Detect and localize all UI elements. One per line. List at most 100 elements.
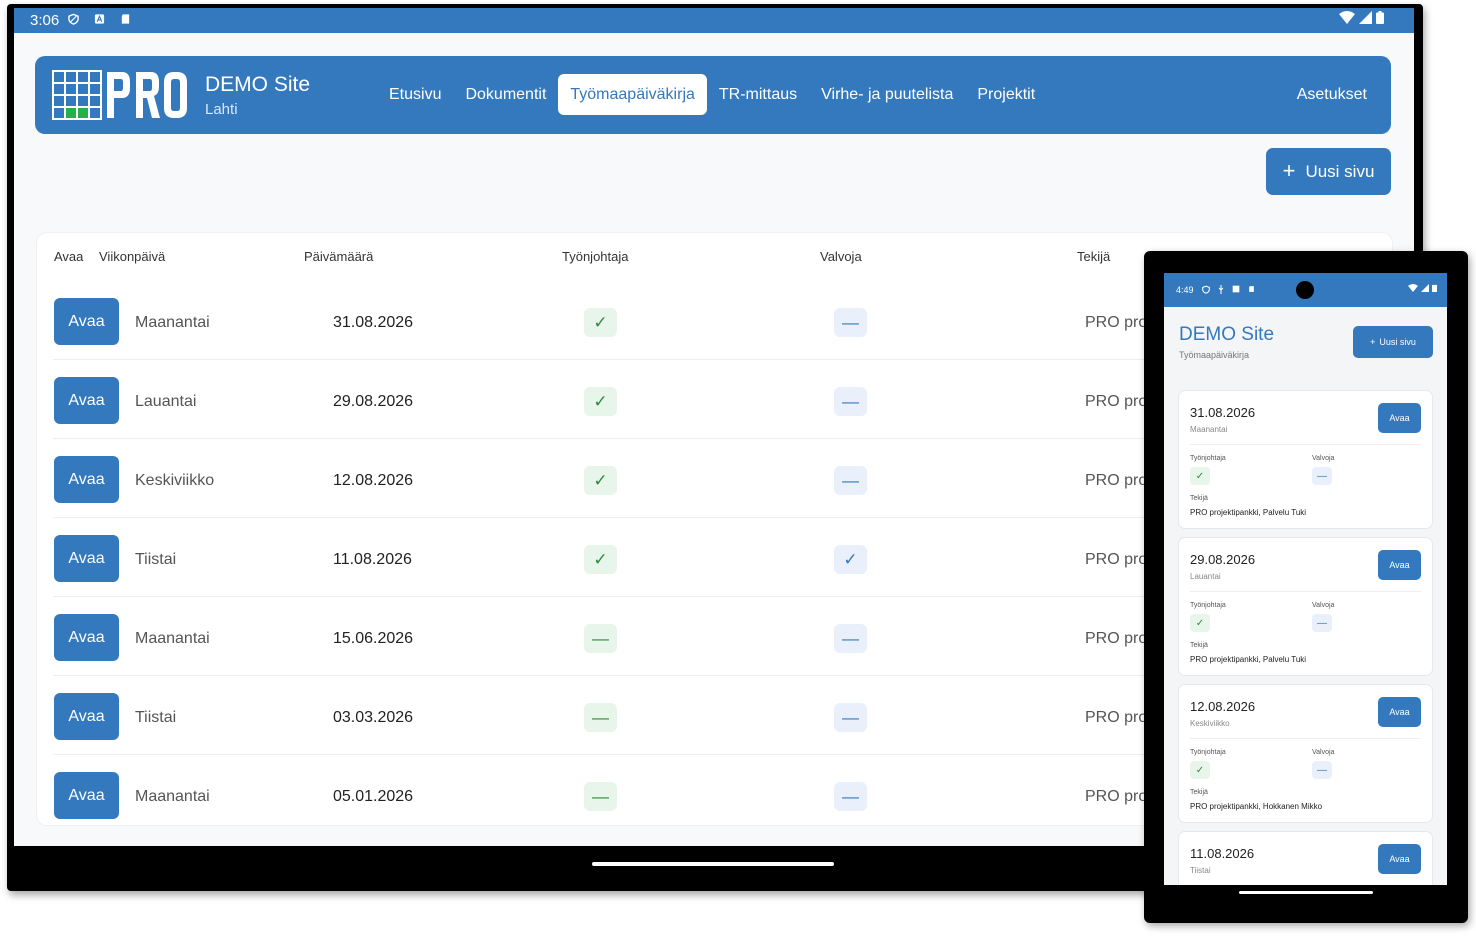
nav-tr-mittaus[interactable]: TR-mittaus	[707, 74, 809, 115]
phone-frame: 4:49 DEMO Site Työmaapäiväkirja + Uusi s…	[1144, 251, 1468, 923]
date-cell: 03.03.2026	[333, 709, 414, 726]
column-header-tekija: Tekijä	[1077, 249, 1111, 264]
column-header-valvoja: Valvoja	[820, 249, 862, 264]
card-date: 12.08.2026	[1190, 699, 1256, 714]
weekday-cell: Maanantai	[135, 630, 210, 647]
date-cell: 05.01.2026	[333, 788, 414, 805]
open-button[interactable]: Avaa	[54, 456, 119, 503]
card-weekday: Maanantai	[1190, 425, 1228, 434]
status-time: 3:06	[30, 12, 60, 29]
maker-label: Tekijä	[1190, 642, 1208, 649]
home-gesture-handle[interactable]	[592, 862, 834, 866]
card-weekday: Keskiviikko	[1190, 719, 1230, 728]
inspector-label: Valvoja	[1312, 455, 1335, 462]
open-button[interactable]: Avaa	[54, 772, 119, 819]
site-subtitle: Lahti	[205, 101, 238, 118]
shield-icon	[1202, 285, 1210, 294]
app-a-icon	[1232, 285, 1240, 293]
supervisor-check-icon: ✓	[1190, 614, 1210, 632]
card-weekday: Lauantai	[1190, 572, 1221, 581]
column-header-avaa: Avaa	[54, 249, 84, 264]
open-button[interactable]: Avaa	[54, 535, 119, 582]
home-gesture-handle[interactable]	[1239, 891, 1373, 894]
maker-cell: PRO pro	[1085, 551, 1148, 568]
inspector-dash-icon: —	[834, 387, 867, 416]
open-button[interactable]: Avaa	[54, 614, 119, 661]
battery-icon	[1376, 11, 1384, 24]
supervisor-label: Työnjohtaja	[1190, 749, 1226, 756]
maker-value: PRO projektipankki, Palvelu Tuki	[1190, 508, 1307, 517]
open-button[interactable]: Avaa	[54, 377, 119, 424]
wifi-icon	[1408, 284, 1418, 292]
column-header-paivamaara: Päivämäärä	[304, 249, 374, 264]
nav-tyomaapaivakirja[interactable]: Työmaapäiväkirja	[558, 74, 707, 115]
date-cell: 15.06.2026	[333, 630, 414, 647]
supervisor-check-icon: ✓	[584, 545, 617, 574]
pro-logo[interactable]	[52, 70, 188, 120]
diary-card: 29.08.2026 Lauantai Avaa Työnjohtaja Val…	[1179, 538, 1432, 675]
nav-virhe-ja-puutelista[interactable]: Virhe- ja puutelista	[809, 74, 965, 115]
supervisor-label: Työnjohtaja	[1190, 602, 1226, 609]
supervisor-label: Työnjohtaja	[1190, 455, 1226, 462]
supervisor-check-icon: ✓	[1190, 467, 1210, 485]
supervisor-dash-icon: —	[584, 703, 617, 732]
open-button[interactable]: Avaa	[54, 693, 119, 740]
card-date: 31.08.2026	[1190, 405, 1256, 420]
usb-icon	[1218, 285, 1224, 294]
maker-cell: PRO pro	[1085, 788, 1148, 805]
phone-screen: 4:49 DEMO Site Työmaapäiväkirja + Uusi s…	[1164, 273, 1447, 885]
weekday-cell: Maanantai	[135, 314, 210, 331]
nav-projektit[interactable]: Projektit	[965, 74, 1047, 115]
maker-cell: PRO pro	[1085, 630, 1148, 647]
nav-etusivu[interactable]: Etusivu	[377, 74, 453, 115]
diary-card: 11.08.2026 Tiistai Avaa	[1179, 832, 1432, 885]
weekday-cell: Tiistai	[135, 709, 177, 726]
open-button[interactable]: Avaa	[1378, 403, 1421, 433]
supervisor-check-icon: ✓	[584, 308, 617, 337]
nav-dokumentit[interactable]: Dokumentit	[453, 74, 558, 115]
card-divider	[1190, 738, 1421, 739]
nav-asetukset[interactable]: Asetukset	[1297, 74, 1367, 115]
sd-card-icon	[1249, 286, 1254, 292]
app-a-icon	[94, 14, 105, 24]
diary-card: 31.08.2026 Maanantai Avaa Työnjohtaja Va…	[1179, 391, 1432, 528]
front-camera	[1296, 281, 1314, 299]
weekday-cell: Tiistai	[135, 551, 177, 568]
new-page-label: Uusi sivu	[1379, 337, 1416, 347]
inspector-label: Valvoja	[1312, 749, 1335, 756]
diary-card: 12.08.2026 Keskiviikko Avaa Työnjohtaja …	[1179, 685, 1432, 822]
open-button[interactable]: Avaa	[1378, 697, 1421, 727]
plus-icon: +	[1370, 337, 1376, 347]
open-button[interactable]: Avaa	[1378, 844, 1421, 874]
inspector-check-icon: ✓	[834, 545, 867, 574]
weekday-cell: Maanantai	[135, 788, 210, 805]
new-page-button[interactable]: + Uusi sivu	[1353, 326, 1433, 358]
open-button[interactable]: Avaa	[1378, 550, 1421, 580]
new-page-button[interactable]: + Uusi sivu	[1266, 148, 1391, 195]
maker-cell: PRO pro	[1085, 393, 1148, 410]
maker-label: Tekijä	[1190, 789, 1208, 796]
maker-cell: PRO pro	[1085, 709, 1148, 726]
signal-icon	[1421, 284, 1429, 292]
plus-icon: +	[1282, 157, 1296, 183]
weekday-cell: Keskiviikko	[135, 472, 215, 489]
supervisor-check-icon: ✓	[584, 466, 617, 495]
column-header-tyonjohtaja: Työnjohtaja	[562, 249, 629, 264]
supervisor-check-icon: ✓	[584, 387, 617, 416]
shield-icon	[68, 13, 79, 25]
battery-icon	[1432, 284, 1437, 292]
inspector-dash-icon: —	[834, 703, 867, 732]
card-date: 11.08.2026	[1190, 846, 1255, 861]
inspector-dash-icon: —	[834, 624, 867, 653]
inspector-dash-icon: —	[834, 466, 867, 495]
inspector-dash-icon: —	[834, 308, 867, 337]
inspector-dash-icon: —	[1312, 761, 1332, 779]
phone-nav-bar	[1164, 885, 1447, 902]
site-title: DEMO Site	[205, 73, 311, 96]
weekday-cell: Lauantai	[135, 393, 197, 410]
card-date: 29.08.2026	[1190, 552, 1256, 567]
supervisor-check-icon: ✓	[1190, 761, 1210, 779]
open-button[interactable]: Avaa	[54, 298, 119, 345]
card-weekday: Tiistai	[1190, 866, 1211, 875]
site-title: DEMO Site	[1179, 324, 1275, 345]
